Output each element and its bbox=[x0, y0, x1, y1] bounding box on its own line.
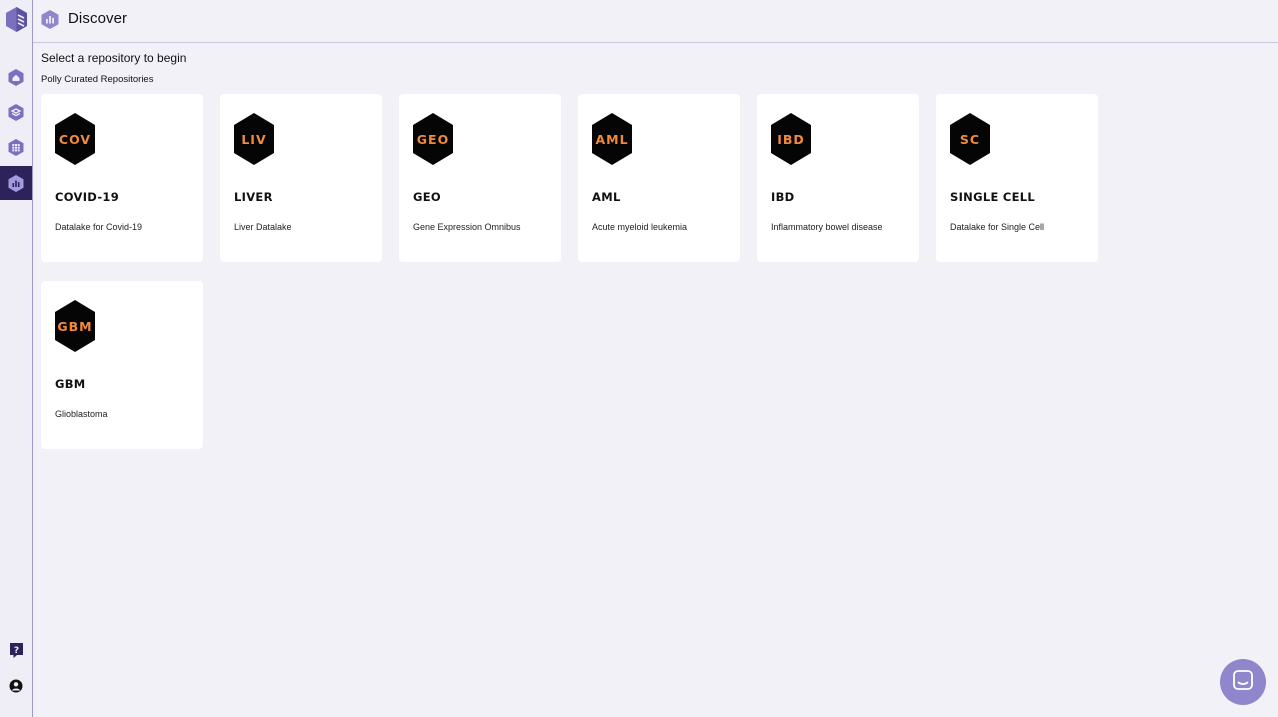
app-logo-icon[interactable] bbox=[5, 7, 28, 32]
repository-description: Datalake for Single Cell bbox=[950, 222, 1045, 232]
sidebar-item-help[interactable]: ? bbox=[0, 633, 32, 667]
intro-text: Select a repository to begin bbox=[41, 51, 187, 65]
repository-name: GBM bbox=[55, 377, 86, 391]
repository-card-ibd[interactable]: IBD IBD Inflammatory bowel disease bbox=[757, 94, 919, 262]
layers-icon bbox=[8, 103, 24, 121]
repository-code: COV bbox=[58, 131, 92, 147]
repository-code: IBD bbox=[777, 131, 805, 147]
repository-code: GBM bbox=[57, 318, 93, 334]
repository-name: GEO bbox=[413, 190, 441, 204]
repository-code: GEO bbox=[416, 131, 450, 147]
discover-icon bbox=[8, 174, 24, 192]
repository-card-aml[interactable]: AML AML Acute myeloid leukemia bbox=[578, 94, 740, 262]
repository-name: IBD bbox=[771, 190, 795, 204]
repository-card-geo[interactable]: GEO GEO Gene Expression Omnibus bbox=[399, 94, 561, 262]
section-label: Polly Curated Repositories bbox=[41, 74, 154, 85]
repository-name: COVID-19 bbox=[55, 190, 120, 204]
discover-icon bbox=[41, 10, 59, 34]
repository-card-liver[interactable]: LIV LIVER Liver Datalake bbox=[220, 94, 382, 262]
repository-code: LIV bbox=[241, 131, 267, 147]
sidebar-item-home[interactable] bbox=[0, 60, 32, 94]
repository-description: Liver Datalake bbox=[234, 222, 292, 232]
repository-name: SINGLE CELL bbox=[950, 190, 1036, 204]
repository-name: LIVER bbox=[234, 190, 273, 204]
chat-icon bbox=[1232, 669, 1254, 696]
help-icon: ? bbox=[9, 642, 24, 659]
sidebar-item-layers[interactable] bbox=[0, 95, 32, 129]
repository-name: AML bbox=[592, 190, 621, 204]
repository-card-gbm[interactable]: GBM GBM Glioblastoma bbox=[41, 281, 203, 449]
repository-description: Gene Expression Omnibus bbox=[413, 222, 521, 232]
repository-description: Datalake for Covid-19 bbox=[55, 222, 143, 232]
sidebar-item-apps[interactable] bbox=[0, 130, 32, 164]
account-icon bbox=[9, 679, 23, 693]
repository-code: SC bbox=[959, 131, 981, 147]
apps-grid-icon bbox=[8, 138, 24, 156]
sidebar-item-discover[interactable] bbox=[0, 166, 32, 200]
repository-code: AML bbox=[595, 131, 629, 147]
repository-card-covid-19[interactable]: COV COVID-19 Datalake for Covid-19 bbox=[41, 94, 203, 262]
sidebar-item-account[interactable] bbox=[0, 669, 32, 703]
repository-description: Inflammatory bowel disease bbox=[771, 222, 883, 232]
repository-description: Glioblastoma bbox=[55, 409, 108, 419]
sidebar: ? bbox=[0, 0, 33, 717]
repository-description: Acute myeloid leukemia bbox=[592, 222, 688, 232]
home-icon bbox=[8, 68, 24, 86]
page-title: Discover bbox=[68, 10, 128, 27]
header: Discover bbox=[33, 0, 1278, 43]
repository-card-single-cell[interactable]: SC SINGLE CELL Datalake for Single Cell bbox=[936, 94, 1098, 262]
chat-launcher-button[interactable] bbox=[1220, 659, 1266, 705]
svg-text:?: ? bbox=[13, 646, 18, 656]
